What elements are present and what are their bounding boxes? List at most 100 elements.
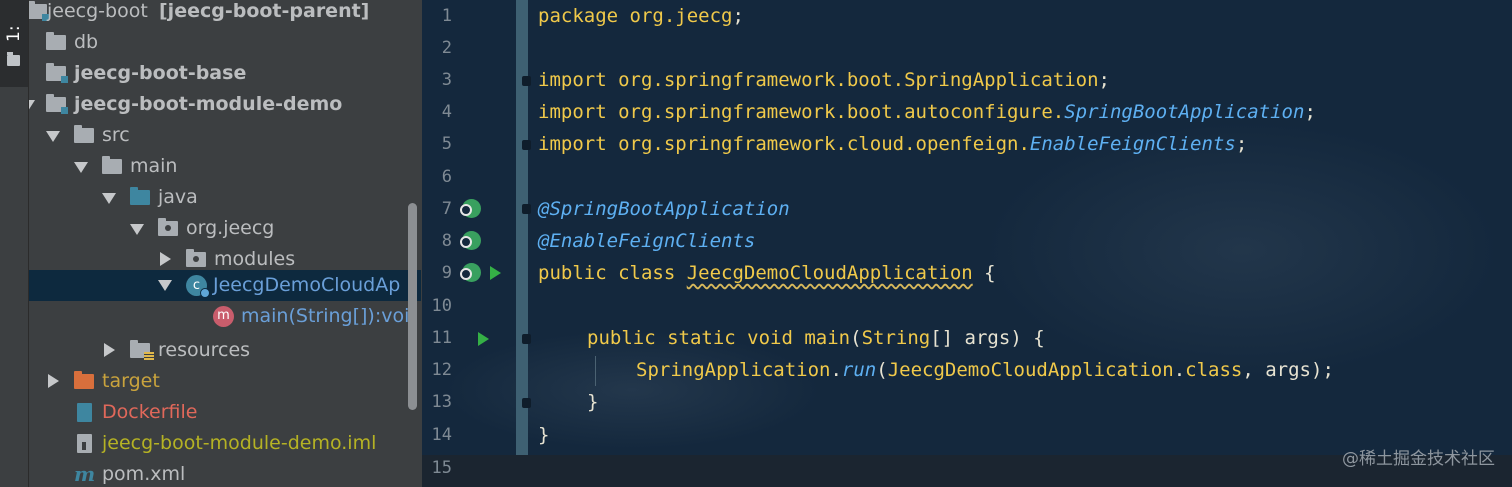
- tree-item-resources[interactable]: resources: [29, 335, 421, 366]
- tree-item-iml[interactable]: jeecg-boot-module-demo.iml: [29, 428, 421, 459]
- fold-marker-icon[interactable]: [522, 398, 531, 408]
- chevron-right-icon[interactable]: [104, 343, 115, 357]
- source-folder-icon: [130, 187, 150, 205]
- project-tab[interactable]: 1: Project: [0, 0, 28, 87]
- excluded-folder-icon: [74, 371, 94, 389]
- chevron-down-icon[interactable]: [74, 162, 88, 173]
- package-name: org.springframework.cloud.openfeign.: [618, 133, 1030, 155]
- folder-icon: [7, 52, 20, 66]
- class-name: SpringApplication: [636, 359, 831, 381]
- tree-item-label: jeecg-boot-module-demo: [74, 93, 343, 115]
- chevron-down-icon[interactable]: [130, 224, 144, 235]
- tree-item-main[interactable]: main: [29, 151, 421, 182]
- tree-item-jeecg-boot-module-demo[interactable]: jeecg-boot-module-demo: [29, 89, 421, 120]
- package-name: org.springframework.boot.SpringApplicati…: [618, 69, 1099, 91]
- spring-bean-gutter-icon[interactable]: [460, 263, 481, 282]
- package-icon: [186, 249, 206, 267]
- code-editor[interactable]: 1 package org.jeecg; 2 3 import org.spri…: [422, 0, 1512, 487]
- tree-item-pom[interactable]: m pom.xml: [29, 459, 421, 487]
- paren: ) {: [1010, 327, 1045, 349]
- tree-item-jeecg-boot-base[interactable]: jeecg-boot-base: [29, 58, 421, 89]
- code-line: 10: [422, 290, 1512, 322]
- tree-scrollbar[interactable]: [408, 203, 417, 410]
- tree-item-label: JeecgDemoCloudAp: [213, 274, 401, 296]
- folder-icon: [102, 156, 122, 174]
- chevron-down-icon[interactable]: [102, 193, 116, 204]
- chevron-down-icon[interactable]: [46, 131, 60, 142]
- tree-item-db[interactable]: db: [29, 27, 421, 58]
- chevron-right-icon[interactable]: [160, 252, 171, 266]
- annotation: @SpringBootApplication: [538, 198, 790, 220]
- line-number: 2: [441, 38, 452, 58]
- code-text: }: [538, 422, 549, 448]
- code-line: 2: [422, 32, 1512, 64]
- chevron-down-icon[interactable]: [158, 280, 172, 291]
- tree-item-target[interactable]: target: [29, 366, 421, 397]
- code-text: @SpringBootApplication: [538, 196, 790, 222]
- tree-item-label: resources: [158, 339, 251, 361]
- tree-item-label: jeecg-boot-base: [74, 62, 247, 84]
- module-folder-icon: [29, 1, 49, 21]
- line-number: 5: [441, 134, 452, 154]
- tool-window-strip: 1: Project: [0, 0, 29, 487]
- folder-icon: [74, 125, 94, 143]
- run-icon[interactable]: [478, 332, 489, 346]
- class-declaration: JeecgDemoCloudApplication: [686, 262, 973, 284]
- line-number: 3: [441, 70, 452, 90]
- run-icon[interactable]: [490, 266, 501, 280]
- line-number: 6: [441, 167, 452, 187]
- tree-item-jeecg-boot[interactable]: jeecg-boot [jeecg-boot-parent]: [29, 0, 421, 27]
- line-number: 8: [441, 231, 452, 251]
- code-text: SpringApplication.run(JeecgDemoCloudAppl…: [636, 357, 1334, 383]
- tree-item-dockerfile[interactable]: Dockerfile: [29, 397, 421, 428]
- tree-item-suffix: [jeecg-boot-parent]: [159, 0, 370, 22]
- annotation: @EnableFeignClients: [538, 230, 756, 252]
- fold-marker-icon[interactable]: [522, 204, 531, 214]
- semicolon: ;: [1304, 101, 1316, 123]
- iml-file-icon: [77, 434, 92, 453]
- semicolon: ;: [1235, 133, 1248, 155]
- folder-icon: [46, 32, 66, 50]
- code-line: 14 }: [422, 419, 1512, 451]
- method-call: run: [841, 359, 877, 381]
- tree-item-org-jeecg[interactable]: org.jeecg: [29, 213, 421, 244]
- tree-item-main-method[interactable]: m main(String[]):voi: [29, 301, 421, 332]
- code-text: package org.jeecg;: [538, 3, 744, 29]
- tree-item-application-class[interactable]: c JeecgDemoCloudAp: [29, 270, 421, 301]
- code-line: 4 import org.springframework.boot.autoco…: [422, 96, 1512, 128]
- chevron-down-icon[interactable]: [29, 100, 35, 111]
- spring-bean-gutter-icon[interactable]: [460, 231, 481, 250]
- line-number: 1: [441, 6, 452, 26]
- project-tab-label[interactable]: 1: Project: [2, 2, 26, 42]
- type-name: String: [861, 327, 931, 349]
- resources-folder-icon: [130, 340, 154, 361]
- module-folder-icon: [46, 63, 68, 83]
- code-text: import org.springframework.cloud.openfei…: [538, 131, 1247, 157]
- keyword: class: [1185, 359, 1243, 381]
- spring-bean-gutter-icon[interactable]: [460, 199, 481, 218]
- tree-item-label: org.jeecg: [186, 217, 275, 239]
- chevron-right-icon[interactable]: [48, 374, 59, 388]
- class-name: EnableFeignClients: [1029, 133, 1236, 155]
- dot: .: [1173, 359, 1186, 381]
- indent-guide: [595, 356, 596, 386]
- keyword: import: [538, 69, 607, 91]
- class-name: JeecgDemoCloudApplication: [887, 359, 1174, 381]
- semicolon: ;: [1098, 69, 1110, 91]
- param-name: args: [1265, 359, 1311, 381]
- fold-marker-icon[interactable]: [522, 76, 531, 86]
- tree-item-label: target: [102, 370, 160, 392]
- spring-class-icon: c: [186, 275, 210, 298]
- tree-item-label: main(String[]):voi: [241, 305, 410, 327]
- tree-item-java[interactable]: java: [29, 182, 421, 213]
- tree-item-src[interactable]: src: [29, 120, 421, 151]
- code-text: }: [587, 389, 598, 415]
- fold-marker-icon[interactable]: [522, 140, 531, 150]
- line-number: 13: [431, 392, 452, 412]
- code-line: 7 @SpringBootApplication: [422, 193, 1512, 225]
- project-tree: jeecg-boot [jeecg-boot-parent] db jeecg-…: [29, 0, 421, 487]
- fold-marker-icon[interactable]: [522, 334, 531, 344]
- dot: .: [830, 359, 842, 381]
- keyword: package: [538, 5, 619, 27]
- method-icon: m: [213, 306, 234, 327]
